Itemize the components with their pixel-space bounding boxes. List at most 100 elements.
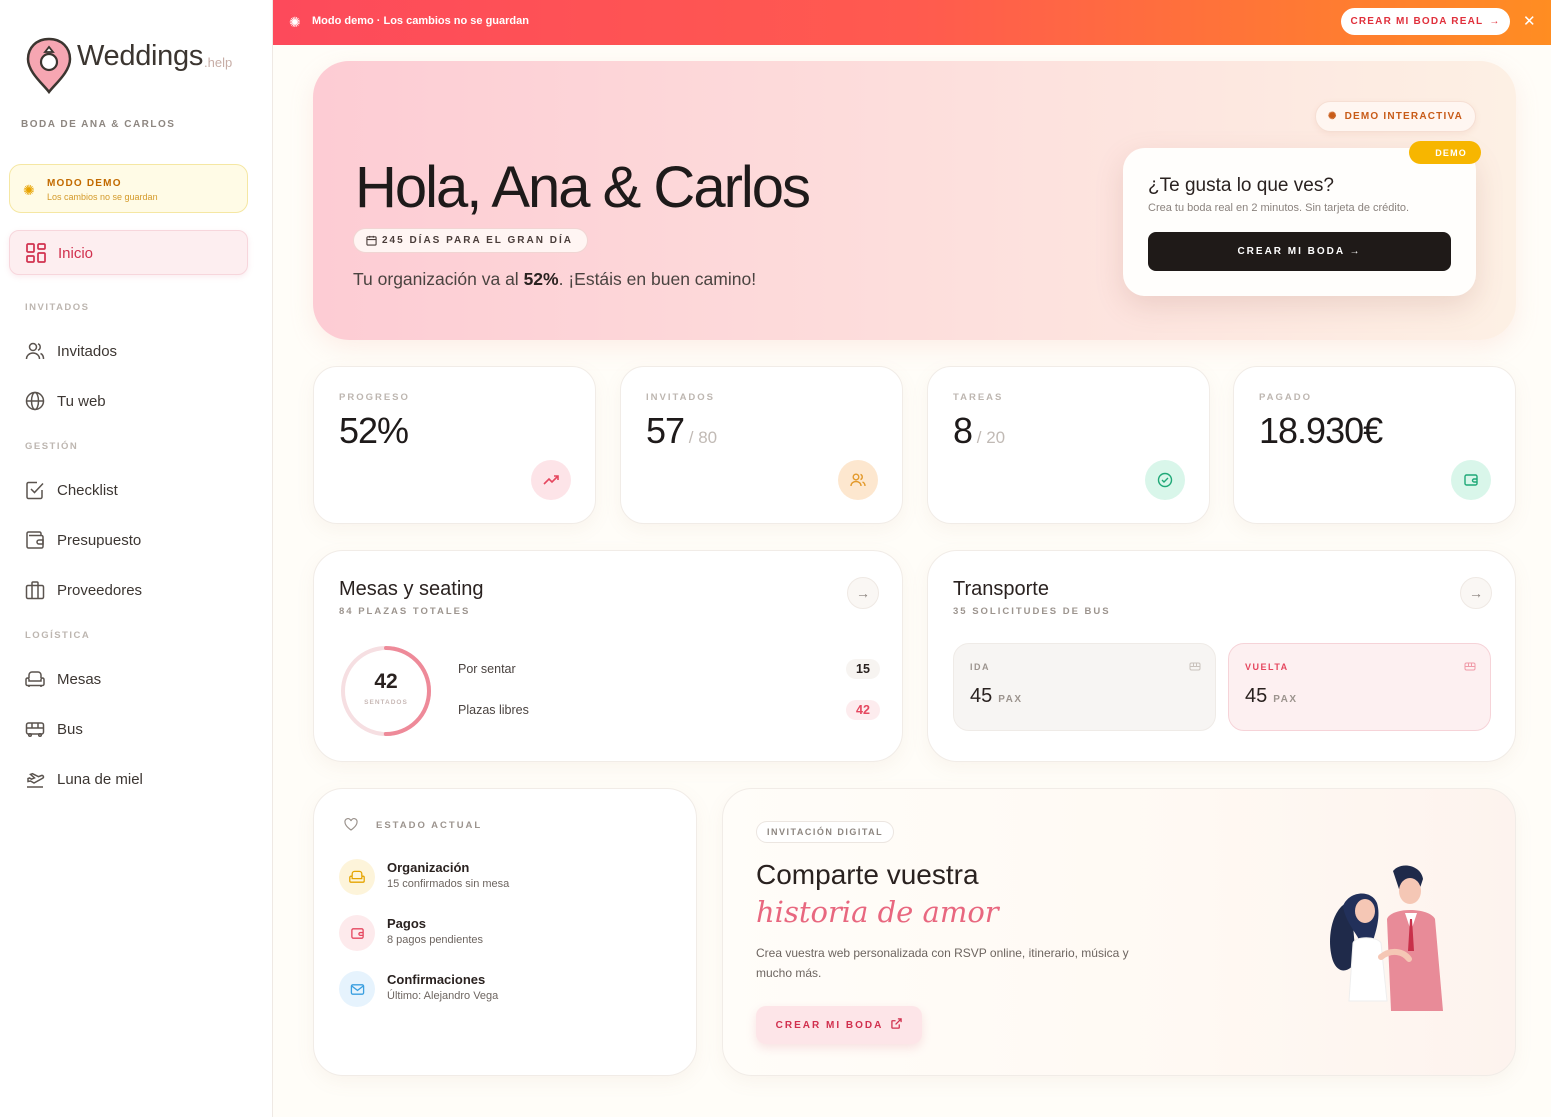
progress-percent: 52% (523, 269, 559, 289)
heart-icon (344, 817, 358, 836)
stat-pagado: PAGADO 18.930€ (1233, 366, 1516, 524)
item-sub: 15 confirmados sin mesa (387, 878, 510, 890)
ida-box: IDA 45 PAX (953, 643, 1216, 731)
arrow-right-icon[interactable]: → (847, 577, 879, 609)
sparkles-icon: ✺ (1327, 111, 1338, 122)
sidebar-item-label: Mesas (57, 670, 102, 688)
logo[interactable]: Weddings .help (25, 36, 233, 95)
sidebar-item-invitados[interactable]: Invitados (25, 340, 117, 362)
sidebar-item-luna[interactable]: Luna de miel (25, 768, 143, 790)
stat-label: TAREAS (953, 392, 1004, 403)
check-circle-icon (1145, 460, 1185, 500)
ida-value: 45 PAX (970, 685, 1023, 707)
mesas-sub: 84 PLAZAS TOTALES (339, 606, 471, 617)
calendar-icon (366, 235, 377, 249)
row-label: Por sentar (458, 662, 516, 676)
transporte-card[interactable]: Transporte 35 SOLICITUDES DE BUS → IDA 4… (927, 550, 1516, 762)
row-label: Plazas libres (458, 703, 529, 717)
bus-icon (25, 719, 45, 739)
stat-label: INVITADOS (646, 392, 716, 403)
row-value: 15 (846, 659, 880, 679)
briefcase-icon (25, 580, 45, 600)
countdown-badge: 245 DÍAS PARA EL GRAN DÍA (353, 228, 588, 253)
demo-banner: ✺ Modo demo · Los cambios no se guardan … (273, 0, 1551, 45)
stat-invitados: INVITADOS 57 / 80 (620, 366, 903, 524)
progress-prefix: Tu organización va al (353, 269, 524, 289)
list-item[interactable]: Organización 15 confirmados sin mesa (339, 859, 679, 899)
close-icon[interactable]: ✕ (1523, 12, 1536, 30)
arrow-right-icon[interactable]: → (1460, 577, 1492, 609)
sofa-icon (339, 859, 375, 895)
stat-progress: PROGRESO 52% (313, 366, 596, 524)
sidebar-item-label: Invitados (57, 342, 118, 360)
item-title: Organización (387, 860, 470, 875)
sidebar-item-proveedores[interactable]: Proveedores (25, 579, 142, 601)
vuelta-label: VUELTA (1245, 662, 1289, 672)
demo-pill-label: DEMO INTERACTIVA (1344, 111, 1464, 122)
create-wedding-button[interactable]: CREAR MI BODA → (1148, 232, 1451, 271)
sidebar-item-bus[interactable]: Bus (25, 718, 83, 740)
item-title: Confirmaciones (387, 972, 486, 987)
list-item[interactable]: Pagos 8 pagos pendientes (339, 915, 679, 955)
sidebar-item-tuweb[interactable]: Tu web (25, 390, 106, 412)
wallet-icon (25, 530, 45, 550)
transporte-title: Transporte (953, 578, 1049, 600)
wallet-icon (1451, 460, 1491, 500)
signup-card: DEMO ¿Te gusta lo que ves? Crea tu boda … (1123, 141, 1481, 296)
item-sub: 8 pagos pendientes (387, 934, 484, 946)
create-real-wedding-button[interactable]: CREAR MI BODA REAL → (1341, 8, 1510, 35)
users-icon (838, 460, 878, 500)
invitation-card: INVITACIÓN DIGITAL Comparte vuestra hist… (722, 788, 1516, 1076)
checklist-icon (25, 480, 45, 500)
sidebar-item-inicio[interactable]: Inicio (9, 230, 248, 275)
sidebar-item-mesas[interactable]: Mesas (25, 668, 101, 690)
stat-value: 18.930€ (1259, 410, 1383, 451)
list-item: Plazas libres 42 (458, 699, 880, 721)
signup-question: ¿Te gusta lo que ves? (1148, 175, 1334, 196)
dashboard-icon (26, 243, 46, 268)
greeting: Hola, Ana & Carlos (355, 155, 811, 220)
globe-icon (25, 391, 45, 411)
section-gestion: GESTIÓN (25, 441, 79, 452)
item-sub: Último: Alejandro Vega (387, 990, 499, 1002)
bus-icon (1189, 660, 1201, 678)
plane-departure-icon (25, 769, 45, 789)
estado-title: ESTADO ACTUAL (376, 820, 483, 831)
invitation-heading: Comparte vuestra (756, 859, 979, 890)
seated-count: 42 (374, 670, 398, 693)
row-value: 42 (846, 700, 880, 720)
sidebar-item-checklist[interactable]: Checklist (25, 479, 118, 501)
external-link-icon (891, 1018, 903, 1032)
section-invitados: INVITADOS (25, 302, 90, 313)
section-logistica: LOGÍSTICA (25, 630, 91, 641)
sidebar-item-label: Checklist (57, 481, 118, 499)
wallet-icon (339, 915, 375, 951)
seated-label: SENTADOS (364, 699, 408, 706)
sidebar-item-presupuesto[interactable]: Presupuesto (25, 529, 141, 551)
invitation-text: Crea vuestra web personalizada con RSVP … (756, 946, 1129, 980)
list-item: Por sentar 15 (458, 658, 880, 680)
estado-card: ESTADO ACTUAL Organización 15 confirmado… (313, 788, 697, 1076)
mesas-title: Mesas y seating (339, 578, 484, 600)
sidebar: Weddings .help BODA DE ANA & CARLOS ✺ MO… (0, 0, 273, 1117)
list-item[interactable]: Confirmaciones Último: Alejandro Vega (339, 971, 679, 1011)
mesas-card[interactable]: Mesas y seating 84 PLAZAS TOTALES → 42 S… (313, 550, 903, 762)
logo-suffix: .help (204, 54, 233, 70)
stat-label: PROGRESO (339, 392, 410, 403)
vuelta-value: 45 PAX (1245, 685, 1298, 707)
sparkles-icon: ✺ (23, 182, 35, 198)
sidebar-item-label: Inicio (58, 245, 94, 262)
create-wedding-button[interactable]: CREAR MI BODA (756, 1006, 922, 1044)
demo-badge: DEMO (1409, 141, 1481, 164)
stat-value: 52% (339, 410, 409, 451)
stat-value: 57 / 80 (646, 410, 718, 451)
ida-label: IDA (970, 662, 990, 672)
stat-label: PAGADO (1259, 392, 1312, 403)
arrow-right-icon: → (1489, 16, 1501, 27)
ring-pin-icon (25, 36, 73, 95)
countdown-text: 245 DÍAS PARA EL GRAN DÍA (382, 235, 573, 246)
mail-icon (339, 971, 375, 1007)
progress-message: Tu organización va al 52%. ¡Estáis en bu… (353, 269, 756, 290)
invitation-pill: INVITACIÓN DIGITAL (756, 821, 895, 843)
cta-label: CREAR MI BODA REAL (1350, 16, 1484, 27)
